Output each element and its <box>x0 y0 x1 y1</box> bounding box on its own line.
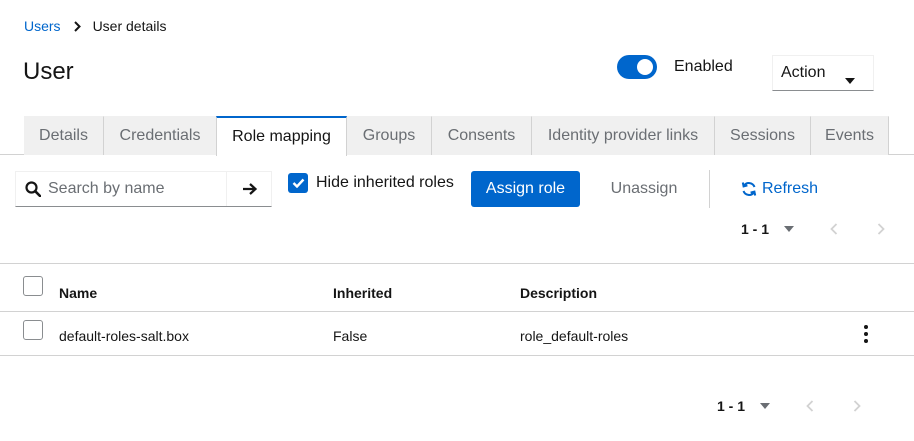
tab-identity-provider-links[interactable]: Identity provider links <box>532 116 715 155</box>
search-input[interactable] <box>47 172 225 206</box>
sync-icon <box>741 182 757 196</box>
arrow-right-icon <box>242 183 257 195</box>
breadcrumb-users-link[interactable]: Users <box>24 18 61 34</box>
column-header-inherited: Inherited <box>333 285 393 301</box>
tab-events[interactable]: Events <box>811 116 889 155</box>
row-border <box>0 355 914 356</box>
cell-description: role_default-roles <box>520 328 629 344</box>
page-title: User <box>23 58 74 85</box>
tab-consents[interactable]: Consents <box>432 116 532 155</box>
tab-bar: Details Credentials Role mapping Groups … <box>0 116 914 156</box>
pagination-range: 1 - 1 <box>717 398 746 414</box>
caret-down-icon[interactable] <box>760 403 771 409</box>
row-checkbox[interactable] <box>23 320 43 340</box>
search-icon <box>25 181 42 202</box>
cell-role-name: default-roles-salt.box <box>59 328 189 344</box>
refresh-label: Refresh <box>762 180 819 197</box>
action-dropdown[interactable]: Action <box>772 55 874 91</box>
unassign-button[interactable]: Unassign <box>598 171 690 207</box>
toolbar-divider <box>709 170 710 208</box>
pagination-bottom: 1 - 1 <box>717 394 867 418</box>
switch-knob <box>637 59 653 75</box>
angle-right-icon[interactable] <box>877 223 885 235</box>
breadcrumb-current: User details <box>92 18 167 34</box>
tab-credentials[interactable]: Credentials <box>104 116 217 155</box>
tab-details[interactable]: Details <box>24 116 104 155</box>
chevron-right-icon <box>73 20 81 32</box>
search-submit-button[interactable] <box>226 172 272 206</box>
search-box <box>15 171 272 207</box>
tab-groups[interactable]: Groups <box>347 116 432 155</box>
enabled-label: Enabled <box>674 58 733 75</box>
cell-inherited: False <box>333 328 368 344</box>
header-row-border <box>0 311 914 312</box>
select-all-checkbox[interactable] <box>23 276 43 296</box>
angle-left-icon[interactable] <box>806 400 814 412</box>
caret-down-icon[interactable] <box>784 226 795 232</box>
kebab-icon[interactable] <box>856 323 876 345</box>
tab-role-mapping[interactable]: Role mapping <box>216 116 347 156</box>
tab-sessions[interactable]: Sessions <box>715 116 811 155</box>
assign-role-button[interactable]: Assign role <box>471 171 580 207</box>
angle-left-icon[interactable] <box>830 223 838 235</box>
breadcrumb: Users User details <box>24 18 166 34</box>
hide-inherited-checkbox[interactable] <box>288 173 308 193</box>
pagination-top: 1 - 1 <box>741 217 891 241</box>
caret-down-icon <box>845 71 855 89</box>
table-top-border <box>0 263 914 264</box>
hide-inherited-label: Hide inherited roles <box>316 174 454 191</box>
refresh-button[interactable]: Refresh <box>741 171 818 207</box>
column-header-name[interactable]: Name <box>59 285 97 301</box>
enabled-switch[interactable] <box>617 55 657 79</box>
check-icon <box>292 178 304 188</box>
column-header-description: Description <box>520 285 598 301</box>
pagination-range: 1 - 1 <box>741 221 770 237</box>
action-dropdown-label: Action <box>781 64 826 81</box>
angle-right-icon[interactable] <box>853 400 861 412</box>
